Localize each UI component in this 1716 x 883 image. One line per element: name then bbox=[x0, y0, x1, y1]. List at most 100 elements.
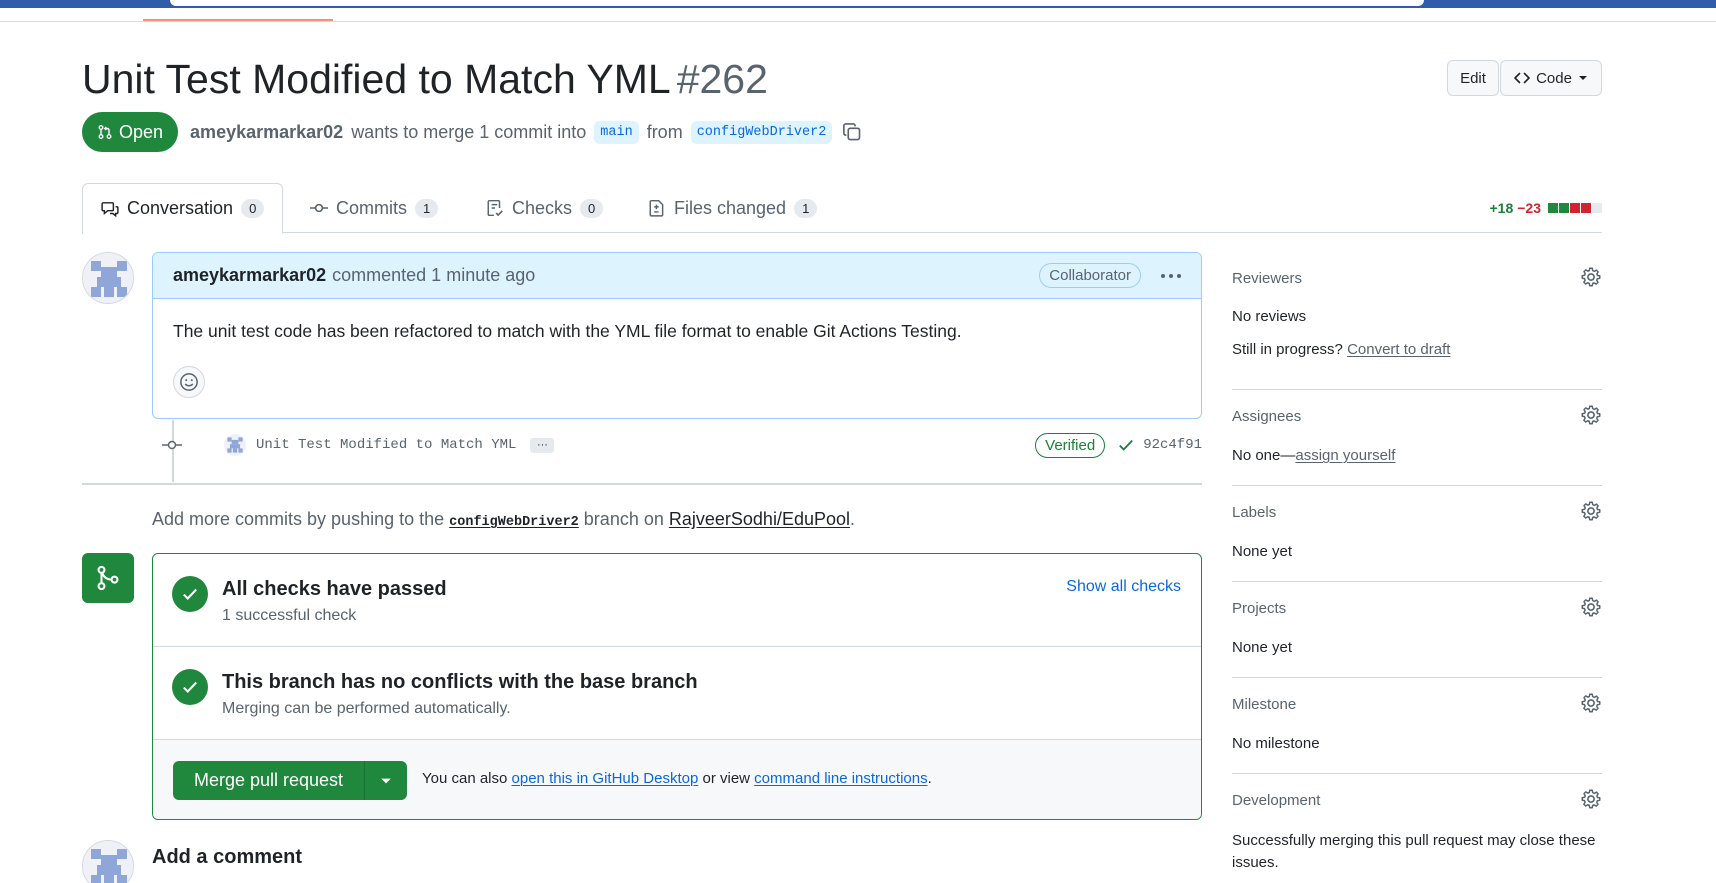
projects-value: None yet bbox=[1232, 639, 1293, 656]
assignees-prefix: No one— bbox=[1232, 447, 1296, 464]
commit-expand-button[interactable]: ··· bbox=[530, 437, 555, 453]
gear-icon[interactable] bbox=[1580, 404, 1602, 426]
triangle-down-icon bbox=[1578, 76, 1587, 80]
tab-checks[interactable]: Checks 0 bbox=[468, 183, 621, 233]
conversation-icon bbox=[101, 201, 119, 217]
pr-meta: Open ameykarmarkar02 wants to merge 1 co… bbox=[82, 112, 862, 152]
merge-alternatives: You can also open this in GitHub Desktop… bbox=[422, 770, 932, 787]
code-button[interactable]: Code bbox=[1500, 60, 1602, 96]
check-circle-icon bbox=[172, 576, 208, 612]
code-icon bbox=[1514, 72, 1530, 84]
sidebar-reviewers: Reviewers No reviews Still in progress? … bbox=[1232, 252, 1602, 390]
copy-icon[interactable] bbox=[842, 122, 862, 142]
commit-message-link[interactable]: Unit Test Modified to Match YML bbox=[256, 437, 516, 453]
pull-request-icon bbox=[98, 125, 112, 139]
check-icon bbox=[1119, 439, 1134, 451]
push-hint-middle: branch on bbox=[583, 509, 664, 529]
top-divider bbox=[0, 21, 1716, 22]
add-reaction-button[interactable] bbox=[173, 366, 205, 398]
sidebar-milestone: Milestone No milestone bbox=[1232, 678, 1602, 774]
reviewers-value: No reviews bbox=[1232, 308, 1307, 325]
assign-yourself-link[interactable]: assign yourself bbox=[1295, 447, 1395, 464]
merge-alt-prefix: You can also bbox=[422, 770, 508, 787]
merge-pull-request-button[interactable]: Merge pull request bbox=[173, 761, 365, 800]
head-branch[interactable]: configWebDriver2 bbox=[690, 120, 833, 144]
gear-icon[interactable] bbox=[1580, 788, 1602, 810]
merge-alt-period: . bbox=[927, 770, 932, 787]
state-label: Open bbox=[119, 121, 164, 142]
pr-author-link[interactable]: ameykarmarkar02 bbox=[190, 122, 343, 143]
convert-to-draft-link[interactable]: Convert to draft bbox=[1347, 341, 1450, 358]
github-desktop-link[interactable]: open this in GitHub Desktop bbox=[512, 770, 699, 787]
avatar[interactable] bbox=[82, 840, 134, 883]
triangle-down-icon bbox=[381, 778, 391, 783]
file-diff-icon bbox=[649, 199, 664, 217]
comment-timestamp[interactable]: commented 1 minute ago bbox=[332, 265, 535, 286]
pr-number: #262 bbox=[676, 56, 768, 102]
sidebar-development: Development Successfully merging this pu… bbox=[1232, 774, 1602, 883]
tab-conversation[interactable]: Conversation 0 bbox=[82, 183, 284, 234]
top-bar bbox=[0, 0, 1716, 22]
merge-box: All checks have passed 1 successful chec… bbox=[152, 553, 1202, 820]
diffstat-box bbox=[1548, 203, 1558, 213]
tab-commits[interactable]: Commits 1 bbox=[292, 183, 456, 233]
smiley-icon bbox=[180, 373, 198, 391]
diffstat: +18 −23 bbox=[1490, 200, 1602, 216]
merge-method-dropdown[interactable] bbox=[365, 761, 407, 800]
gear-icon[interactable] bbox=[1580, 692, 1602, 714]
pr-tabs: Conversation 0 Commits 1 Checks 0 Files … bbox=[82, 183, 1602, 234]
tab-files-changed[interactable]: Files changed 1 bbox=[630, 183, 835, 233]
edit-button-label: Edit bbox=[1460, 69, 1486, 87]
avatar[interactable] bbox=[82, 252, 134, 304]
tab-checks-count: 0 bbox=[580, 198, 604, 218]
sidebar-labels: Labels None yet bbox=[1232, 486, 1602, 582]
gear-icon[interactable] bbox=[1580, 596, 1602, 618]
development-value: Successfully merging this pull request m… bbox=[1232, 832, 1596, 871]
assignees-heading: Assignees bbox=[1232, 408, 1302, 425]
diffstat-deletions: −23 bbox=[1517, 200, 1541, 216]
milestone-value: No milestone bbox=[1232, 735, 1320, 752]
conflicts-section: This branch has no conflicts with the ba… bbox=[153, 647, 1201, 740]
tab-commits-count: 1 bbox=[415, 198, 439, 218]
commit-avatar[interactable] bbox=[224, 434, 246, 456]
push-hint: Add more commits by pushing to the confi… bbox=[152, 509, 855, 530]
commit-sha-link[interactable]: 92c4f91 bbox=[1143, 437, 1202, 453]
command-line-instructions-link[interactable]: command line instructions bbox=[754, 770, 927, 787]
conflicts-subtitle: Merging can be performed automatically. bbox=[222, 700, 511, 717]
gear-icon[interactable] bbox=[1580, 500, 1602, 522]
show-all-checks-link[interactable]: Show all checks bbox=[1066, 578, 1181, 596]
edit-button[interactable]: Edit bbox=[1447, 60, 1499, 96]
push-hint-repo-link[interactable]: RajveerSodhi/EduPool bbox=[669, 509, 850, 529]
pr-description-comment: ameykarmarkar02 commented 1 minute ago C… bbox=[152, 252, 1202, 419]
merge-alt-or-view: or view bbox=[702, 770, 750, 787]
comment-author-link[interactable]: ameykarmarkar02 bbox=[173, 265, 326, 286]
milestone-heading: Milestone bbox=[1232, 696, 1297, 713]
search-field-edge[interactable] bbox=[170, 0, 1424, 6]
still-in-progress-text: Still in progress? bbox=[1232, 341, 1343, 358]
push-hint-branch-link[interactable]: configWebDriver2 bbox=[449, 515, 579, 530]
sidebar-projects: Projects None yet bbox=[1232, 582, 1602, 678]
base-branch[interactable]: main bbox=[594, 120, 639, 144]
kebab-icon[interactable] bbox=[1161, 273, 1181, 278]
merge-description: wants to merge 1 commit into bbox=[351, 121, 587, 142]
verified-badge[interactable]: Verified bbox=[1035, 432, 1106, 458]
diffstat-box bbox=[1570, 203, 1580, 213]
draft-line: Still in progress? Convert to draft bbox=[1232, 341, 1450, 358]
checks-subtitle: 1 successful check bbox=[222, 607, 357, 624]
conflicts-title: This branch has no conflicts with the ba… bbox=[222, 671, 698, 693]
push-hint-suffix: . bbox=[850, 509, 856, 529]
tab-conversation-label: Conversation bbox=[127, 198, 234, 218]
sidebar-assignees: Assignees No one—assign yourself bbox=[1232, 390, 1602, 486]
checks-section: All checks have passed 1 successful chec… bbox=[153, 554, 1201, 647]
diffstat-box bbox=[1581, 203, 1591, 213]
collaborator-badge: Collaborator bbox=[1039, 263, 1141, 288]
diffstat-boxes bbox=[1548, 203, 1602, 213]
checklist-icon bbox=[487, 199, 503, 217]
tab-commits-label: Commits bbox=[336, 197, 407, 218]
gear-icon[interactable] bbox=[1580, 266, 1602, 288]
state-badge: Open bbox=[82, 112, 179, 152]
checks-title: All checks have passed bbox=[222, 578, 447, 600]
add-comment-heading: Add a comment bbox=[152, 846, 303, 868]
reviewers-heading: Reviewers bbox=[1232, 270, 1303, 287]
development-heading: Development bbox=[1232, 792, 1321, 809]
